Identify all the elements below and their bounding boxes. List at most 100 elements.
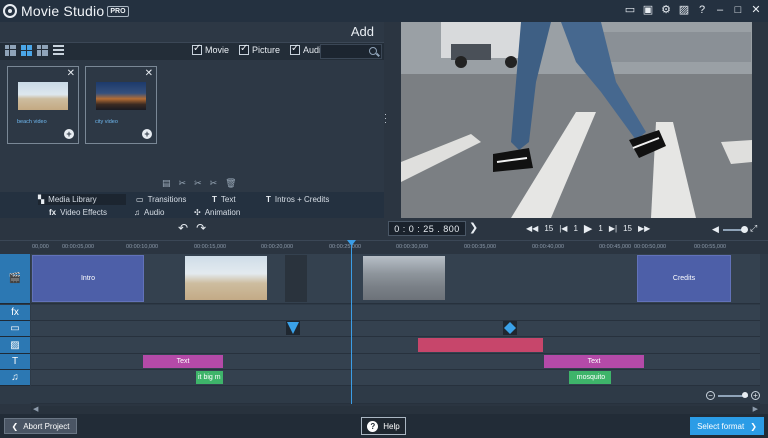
- go-to-time-icon[interactable]: ❯: [469, 221, 478, 234]
- search-icon[interactable]: [369, 47, 377, 55]
- zoom-out-icon[interactable]: −: [706, 391, 715, 400]
- image-icon[interactable]: ▨: [678, 4, 690, 16]
- transitions-icon: ▭: [136, 195, 144, 204]
- minimize-icon[interactable]: –: [714, 4, 726, 16]
- abort-project-button[interactable]: ❮ Abort Project: [4, 418, 77, 434]
- app-logo-icon: [3, 4, 17, 18]
- media-item-city[interactable]: ✕ city video +: [85, 66, 157, 144]
- play-button[interactable]: ▶: [584, 222, 592, 235]
- text-icon: T: [212, 195, 217, 204]
- text-track-icon: T: [11, 356, 19, 367]
- movie-checkbox[interactable]: [192, 43, 202, 55]
- filter-picture[interactable]: Picture: [239, 43, 280, 55]
- maximize-icon[interactable]: □: [732, 4, 744, 16]
- small-grid-view-icon[interactable]: [37, 45, 48, 56]
- tab-transitions[interactable]: ▭ Transitions: [136, 194, 186, 205]
- playback-controls: ◀◀ 15 |◀ 1 ▶ 1 ▶| 15 ▶▶: [526, 222, 656, 235]
- text-clip[interactable]: Text: [544, 355, 644, 368]
- media-item-beach[interactable]: ✕ beach video +: [7, 66, 79, 144]
- video-track-header[interactable]: 🎬: [0, 254, 30, 304]
- image-track-lane[interactable]: [31, 337, 760, 354]
- list-view-icon[interactable]: [53, 45, 64, 56]
- text-track-lane[interactable]: Text Text: [31, 354, 760, 370]
- close-icon[interactable]: ✕: [750, 4, 762, 16]
- timeline-ruler[interactable]: 00,000 00:00:05,000 00:00:10,000 00:00:1…: [0, 240, 768, 254]
- credits-clip[interactable]: Credits: [637, 255, 731, 302]
- help-icon[interactable]: ?: [696, 4, 708, 16]
- scroll-left-icon[interactable]: ◀: [33, 405, 38, 413]
- timecode-display[interactable]: 0 : 0 : 25 . 800: [388, 221, 466, 236]
- filter-movie[interactable]: Movie: [192, 43, 229, 55]
- tab-audio[interactable]: ♫ Audio: [134, 207, 164, 218]
- media-item-label: city video: [95, 119, 118, 125]
- library-tabs: ▚ Media Library ▭ Transitions T Text T I…: [0, 192, 384, 218]
- street-video-clip[interactable]: [363, 256, 445, 300]
- transitions-track-lane[interactable]: [31, 321, 760, 337]
- select-format-button[interactable]: Select format ❯: [690, 417, 764, 435]
- ruler-tick: 00:00:50,000: [634, 244, 667, 250]
- monitor-icon[interactable]: ▣: [642, 4, 654, 16]
- audio-clip[interactable]: it big m: [196, 371, 223, 384]
- tab-intros-credits[interactable]: T Intros + Credits: [266, 194, 329, 205]
- remove-item-icon[interactable]: ✕: [145, 68, 153, 79]
- audio-track-lane[interactable]: it big m mosquito: [31, 370, 760, 386]
- intro-clip[interactable]: Intro: [32, 255, 144, 302]
- scroll-right-icon[interactable]: ▶: [753, 405, 758, 413]
- audio-track-icon: ♫: [11, 372, 19, 383]
- playhead[interactable]: [351, 240, 352, 404]
- transport-bar: ↶ ↷ 0 : 0 : 25 . 800 ❯ ◀◀ 15 |◀ 1 ▶ 1 ▶|…: [0, 218, 768, 240]
- zoom-knob[interactable]: [742, 391, 748, 398]
- audio-clip[interactable]: mosquito: [569, 371, 611, 384]
- beach-video-clip[interactable]: [185, 256, 267, 300]
- text-track-header[interactable]: T: [0, 354, 30, 370]
- rewind-icon[interactable]: ◀◀: [526, 224, 538, 233]
- zoom-slider[interactable]: [718, 391, 748, 398]
- ruler-tick: 00,000: [32, 244, 49, 250]
- tab-text[interactable]: T Text: [212, 194, 236, 205]
- delete-icon[interactable]: 🗑: [225, 178, 236, 189]
- fx-track-lane[interactable]: [31, 305, 760, 321]
- undo-icon[interactable]: ↶: [178, 221, 188, 235]
- picture-checkbox[interactable]: [239, 43, 250, 55]
- layers-icon[interactable]: ▤: [162, 178, 171, 189]
- fast-forward-icon[interactable]: ▶▶: [638, 224, 650, 233]
- audio-checkbox[interactable]: [290, 43, 301, 55]
- gear-icon[interactable]: ⚙: [660, 4, 672, 16]
- video-track-lane[interactable]: Intro Credits: [31, 254, 760, 304]
- tab-video-effects[interactable]: fx Video Effects: [49, 207, 107, 218]
- panel-splitter[interactable]: · · ·: [384, 110, 388, 127]
- zoom-in-icon[interactable]: +: [751, 391, 760, 400]
- help-button[interactable]: ? Help: [361, 417, 406, 435]
- volume-control[interactable]: ◀: [712, 224, 748, 235]
- frame-back-icon[interactable]: |◀: [559, 224, 567, 233]
- transition-marker[interactable]: [503, 321, 517, 335]
- fullscreen-icon[interactable]: ⤢: [750, 223, 757, 234]
- text-clip[interactable]: Text: [143, 355, 223, 368]
- cut-start-icon[interactable]: ✂: [194, 178, 202, 189]
- transitions-track-header[interactable]: ▭: [0, 321, 30, 337]
- remove-item-icon[interactable]: ✕: [67, 68, 75, 79]
- fx-track-header[interactable]: fx: [0, 305, 30, 321]
- overlay-clip[interactable]: [418, 338, 543, 352]
- volume-knob[interactable]: [740, 225, 748, 233]
- speaker-icon[interactable]: ◀: [712, 224, 719, 235]
- add-to-timeline-icon[interactable]: +: [64, 129, 74, 139]
- cut-end-icon[interactable]: ✂: [210, 178, 218, 189]
- tab-animation[interactable]: ✣ Animation: [194, 207, 240, 218]
- media-search-input[interactable]: [320, 44, 382, 59]
- details-view-icon[interactable]: [5, 45, 16, 56]
- chat-icon[interactable]: ▭: [624, 4, 636, 16]
- large-grid-view-icon[interactable]: [21, 45, 32, 56]
- video-preview[interactable]: [401, 22, 752, 218]
- volume-slider[interactable]: [722, 225, 748, 233]
- add-to-timeline-icon[interactable]: +: [142, 129, 152, 139]
- image-track-header[interactable]: ▨: [0, 337, 30, 354]
- redo-icon[interactable]: ↷: [196, 221, 206, 235]
- audio-track-header[interactable]: ♫: [0, 370, 30, 386]
- cut-icon[interactable]: ✂: [179, 178, 187, 189]
- tab-media-library[interactable]: ▚ Media Library: [38, 194, 126, 205]
- frame-forward-icon[interactable]: ▶|: [609, 224, 617, 233]
- transition-marker[interactable]: [286, 321, 300, 335]
- timeline-scrollbar[interactable]: ◀ ▶: [31, 406, 760, 414]
- image-track-icon: ▨: [10, 339, 20, 351]
